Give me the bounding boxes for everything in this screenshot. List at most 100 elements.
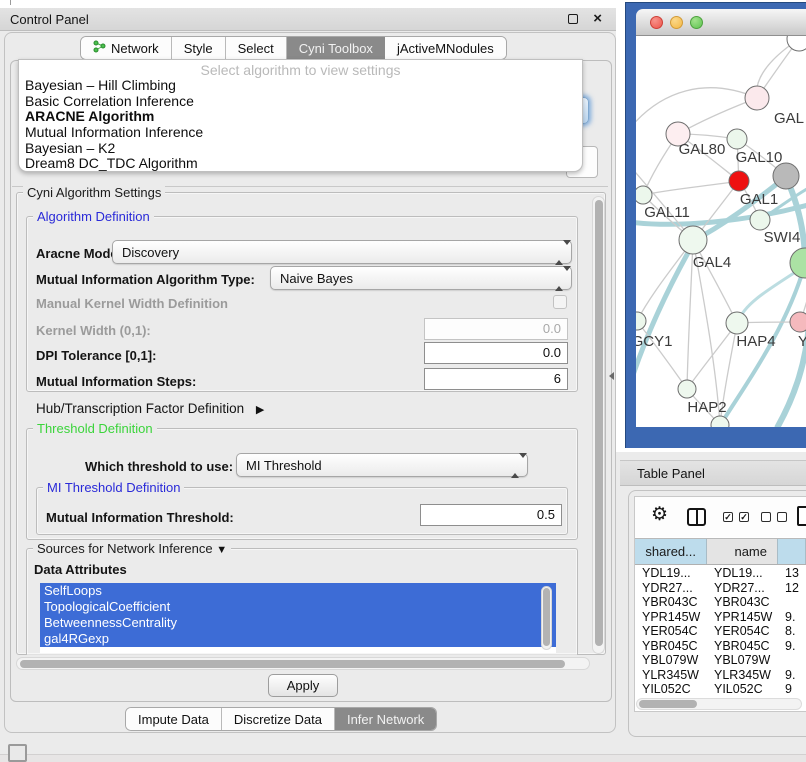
network-node[interactable] bbox=[679, 226, 707, 254]
which-threshold-label: Which threshold to use: bbox=[85, 459, 233, 474]
settings-vertical-scrollbar[interactable] bbox=[592, 196, 605, 654]
table-row[interactable]: YPR145WYPR145W9. bbox=[635, 610, 806, 625]
table-row[interactable]: YBL079WYBL079W bbox=[635, 653, 806, 668]
sources-title[interactable]: Sources for Network Inference ▼ bbox=[33, 541, 231, 556]
network-node-label: GAL10 bbox=[736, 149, 783, 166]
network-node[interactable] bbox=[636, 312, 646, 330]
tab-infer-network[interactable]: Infer Network bbox=[335, 708, 436, 730]
network-node[interactable] bbox=[726, 312, 748, 334]
network-edge[interactable] bbox=[678, 98, 757, 134]
algorithm-option[interactable]: Dream8 DC_TDC Algorithm bbox=[19, 156, 582, 172]
table-row[interactable]: YDL19...YDL19...13 bbox=[635, 566, 806, 581]
algorithm-option[interactable]: Bayesian – Hill Climbing bbox=[19, 78, 582, 94]
close-panel-icon[interactable]: × bbox=[593, 10, 602, 27]
tab-discretize-data[interactable]: Discretize Data bbox=[222, 708, 335, 730]
table-body: YDL19...YDL19...13YDR27...YDR27...12YBR0… bbox=[635, 566, 806, 696]
top-tick bbox=[10, 0, 11, 5]
network-canvas[interactable]: GALGAL80GAL10GAL1GAL11SWI4GAL4GCY1HAP4YH… bbox=[636, 36, 806, 427]
attribute-list-item[interactable]: gal4RGexp bbox=[40, 631, 556, 647]
algorithm-option[interactable]: Bayesian – K2 bbox=[19, 141, 582, 157]
attribute-list-item[interactable]: TopologicalCoefficient bbox=[40, 599, 556, 615]
settings-horizontal-scrollbar[interactable] bbox=[16, 657, 590, 670]
network-node[interactable] bbox=[745, 86, 769, 110]
network-view-window[interactable]: GALGAL80GAL10GAL1GAL11SWI4GAL4GCY1HAP4YH… bbox=[625, 2, 806, 448]
tab-cyni-toolbox[interactable]: Cyni Toolbox bbox=[287, 37, 385, 59]
close-traffic-icon[interactable] bbox=[650, 16, 663, 29]
network-node[interactable] bbox=[636, 186, 652, 204]
control-panel-title: Control Panel bbox=[10, 12, 89, 27]
network-edge[interactable] bbox=[687, 323, 737, 389]
tab-style[interactable]: Style bbox=[172, 37, 226, 59]
document-icon[interactable] bbox=[797, 506, 806, 526]
mi-threshold-field[interactable]: 0.5 bbox=[420, 504, 562, 526]
which-threshold-combo[interactable]: MI Threshold bbox=[236, 453, 528, 477]
combo-arrows-icon bbox=[555, 271, 564, 286]
column-header-name[interactable]: name bbox=[707, 539, 778, 564]
float-window-icon[interactable] bbox=[568, 14, 578, 24]
aracne-mode-label: Aracne Mode: bbox=[36, 246, 122, 261]
aracne-mode-combo[interactable]: Discovery bbox=[112, 240, 572, 264]
tab-jactivemnodules[interactable]: jActiveMNodules bbox=[385, 37, 506, 59]
apply-button[interactable]: Apply bbox=[268, 674, 338, 697]
settings-vscroll-thumb[interactable] bbox=[595, 200, 603, 646]
settings-hscroll-thumb[interactable] bbox=[20, 660, 565, 668]
table-cell: YDR27... bbox=[707, 581, 778, 596]
attribute-list-item[interactable]: SelfLoops bbox=[40, 583, 556, 599]
hub-section-label[interactable]: Hub/Transcription Factor Definition ▶ bbox=[36, 401, 264, 416]
tab-network[interactable]: Network bbox=[81, 37, 172, 59]
mi-steps-field[interactable]: 6 bbox=[424, 368, 568, 390]
mi-type-value: Naive Bayes bbox=[280, 271, 353, 286]
manual-kernel-checkbox[interactable] bbox=[553, 295, 567, 309]
zoom-traffic-icon[interactable] bbox=[690, 16, 703, 29]
attributes-scroll-thumb[interactable] bbox=[543, 588, 550, 646]
network-node[interactable] bbox=[678, 380, 696, 398]
network-node[interactable] bbox=[787, 36, 806, 51]
deselect-all-icon[interactable] bbox=[761, 512, 771, 522]
network-node[interactable] bbox=[727, 129, 747, 149]
expand-right-icon[interactable]: ▶ bbox=[256, 404, 264, 416]
table-row[interactable]: YBR043CYBR043C bbox=[635, 595, 806, 610]
control-panel-tabbar: Network Style Select Cyni Toolbox jActiv… bbox=[80, 36, 507, 60]
split-pane-collapse-icon[interactable] bbox=[609, 372, 614, 380]
table-row[interactable]: YER054CYER054C8. bbox=[635, 624, 806, 639]
select-all-icon[interactable]: ✓ bbox=[723, 512, 733, 522]
network-window-titlebar[interactable] bbox=[636, 9, 806, 36]
table-cell: YPR145W bbox=[707, 610, 778, 625]
algorithm-dropdown-popup: Select algorithm to view settings Bayesi… bbox=[18, 59, 583, 172]
collapse-down-icon[interactable]: ▼ bbox=[216, 544, 227, 556]
network-edge[interactable] bbox=[636, 88, 757, 128]
column-header-cut[interactable] bbox=[778, 539, 806, 564]
algorithm-option[interactable]: Basic Correlation Inference bbox=[19, 94, 582, 110]
table-row[interactable]: YLR345WYLR345W9. bbox=[635, 668, 806, 683]
network-edge[interactable] bbox=[643, 181, 739, 195]
network-node[interactable] bbox=[790, 312, 806, 332]
tab-impute-data[interactable]: Impute Data bbox=[126, 708, 222, 730]
table-row[interactable]: YDR27...YDR27...12 bbox=[635, 581, 806, 596]
network-edge[interactable] bbox=[637, 240, 693, 321]
algorithm-option[interactable]: ARACNE Algorithm bbox=[19, 109, 582, 125]
attributes-scrollbar[interactable] bbox=[541, 586, 552, 650]
network-node[interactable] bbox=[729, 171, 749, 191]
table-hscroll-thumb[interactable] bbox=[639, 700, 697, 708]
algorithm-option[interactable]: Mutual Information Inference bbox=[19, 125, 582, 141]
dpi-tolerance-field[interactable]: 0.0 bbox=[424, 342, 568, 364]
kernel-width-field[interactable]: 0.0 bbox=[424, 318, 568, 340]
table-cell: YDR27... bbox=[635, 581, 707, 596]
network-node[interactable] bbox=[750, 210, 770, 230]
gear-icon[interactable]: ⚙ bbox=[651, 505, 668, 524]
attribute-list-item[interactable]: BetweennessCentrality bbox=[40, 615, 556, 631]
mi-type-combo[interactable]: Naive Bayes bbox=[270, 266, 572, 290]
table-row[interactable]: YBR045CYBR045C9. bbox=[635, 639, 806, 654]
panel-corner-button[interactable] bbox=[8, 744, 27, 762]
table-row[interactable]: YIL052CYIL052C9 bbox=[635, 682, 806, 696]
network-node[interactable] bbox=[773, 163, 799, 189]
select-all-icon[interactable]: ✓ bbox=[739, 512, 749, 522]
column-header-shared-name[interactable]: shared... bbox=[635, 539, 707, 564]
table-cell: YLR345W bbox=[635, 668, 707, 683]
table-horizontal-scrollbar[interactable] bbox=[636, 698, 802, 710]
network-edge[interactable] bbox=[637, 321, 687, 389]
minimize-traffic-icon[interactable] bbox=[670, 16, 683, 29]
tab-select[interactable]: Select bbox=[226, 37, 287, 59]
deselect-all-icon[interactable] bbox=[777, 512, 787, 522]
split-columns-icon[interactable] bbox=[687, 508, 706, 526]
